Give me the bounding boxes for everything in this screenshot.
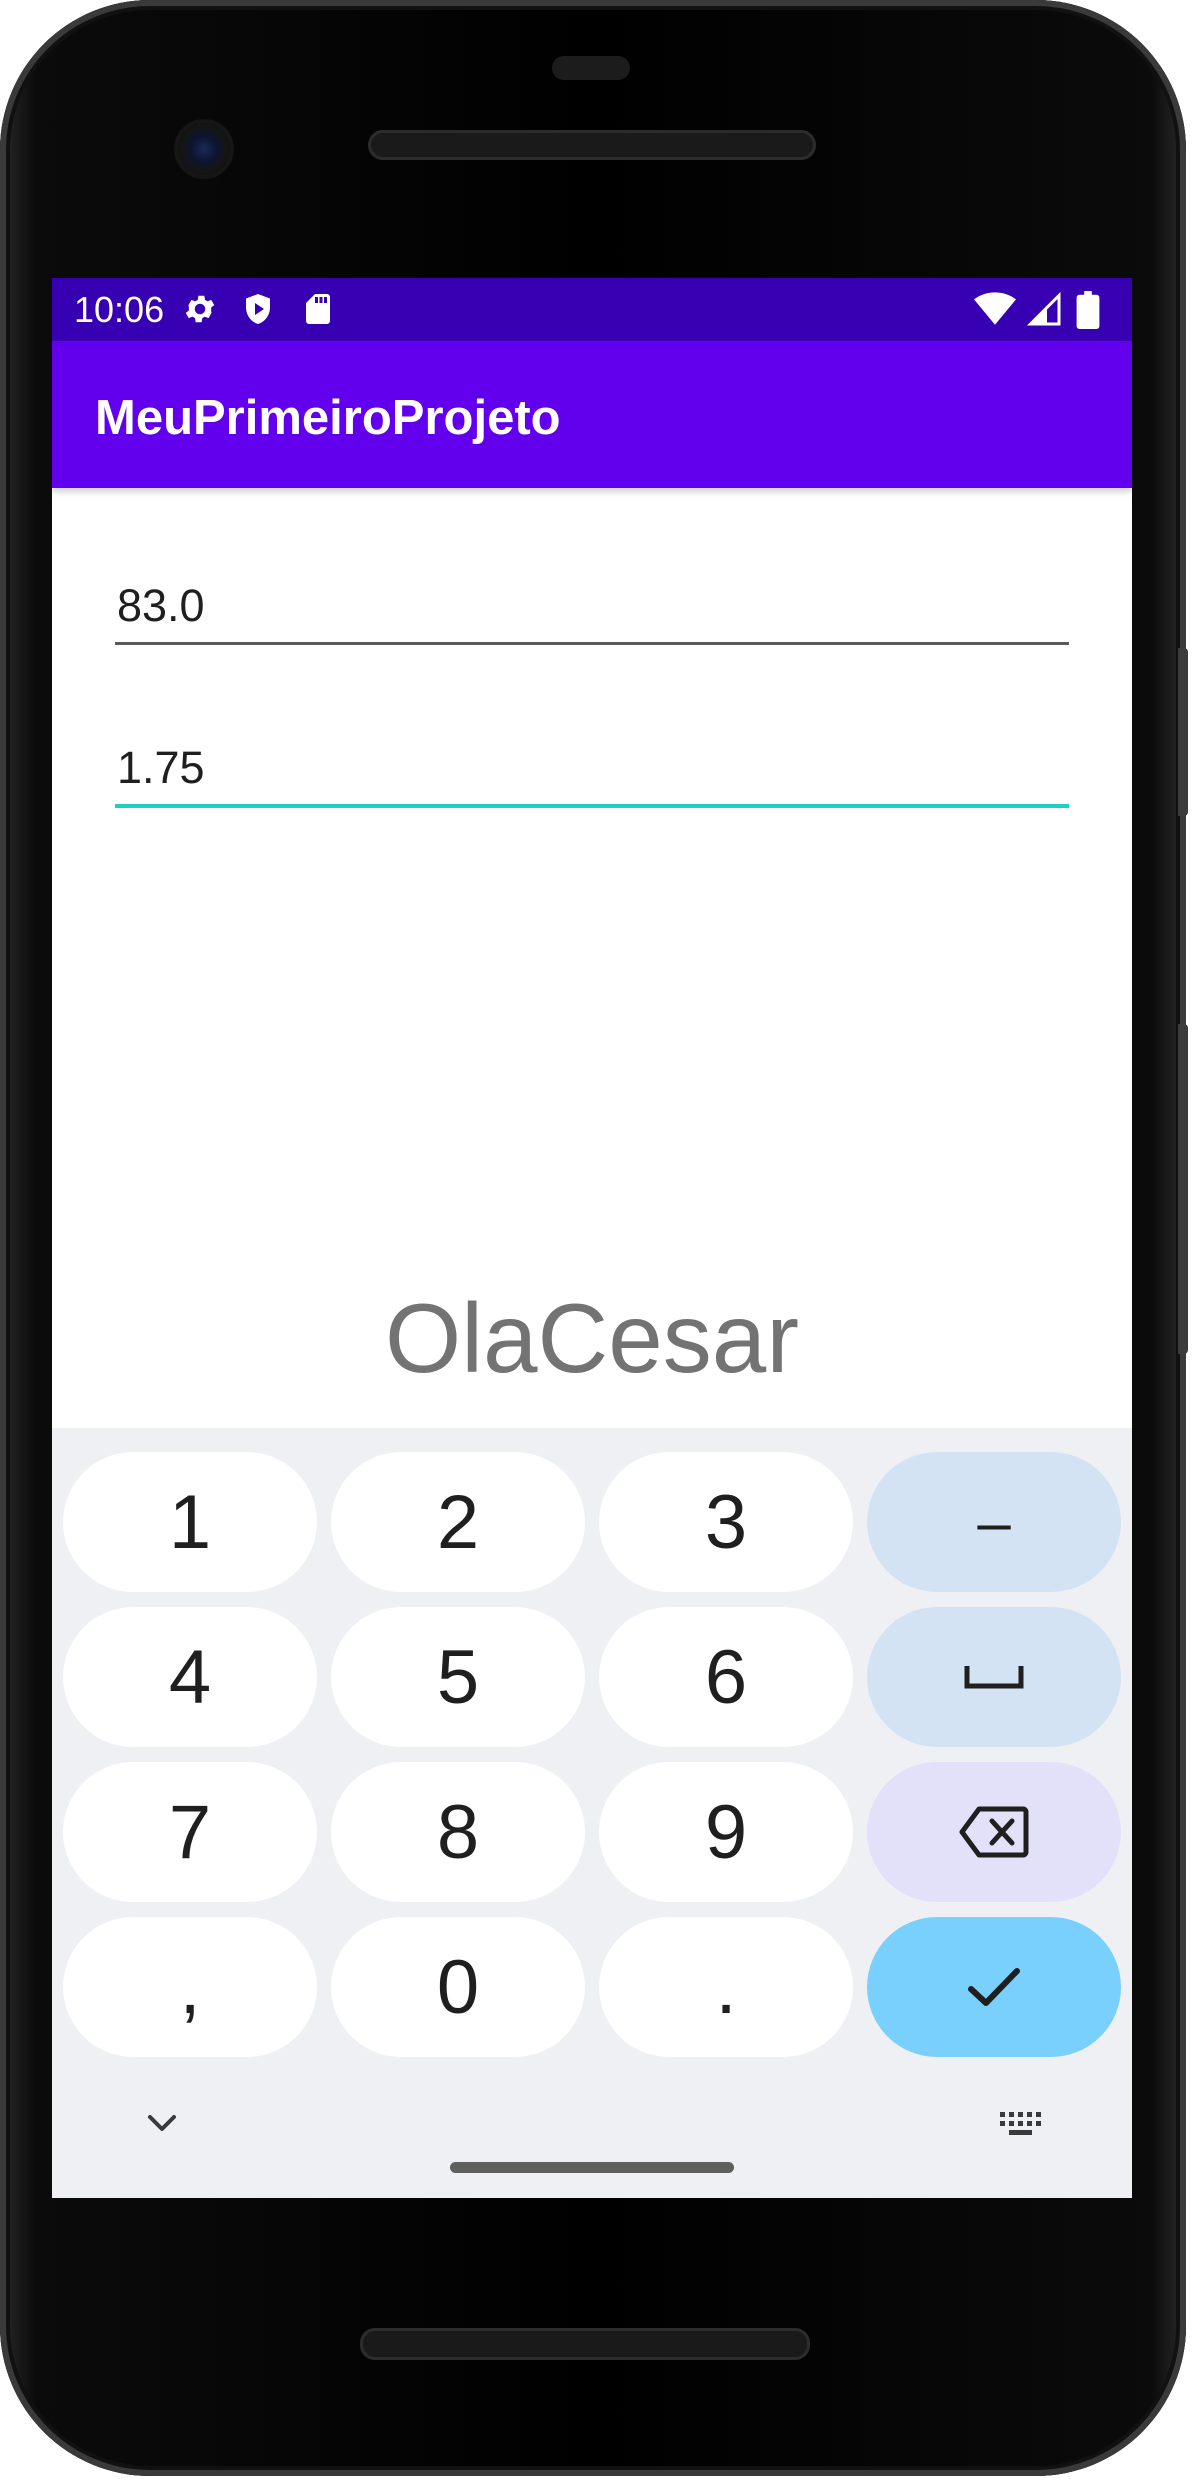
weight-input[interactable]: 83.0 xyxy=(115,562,1069,645)
key-0[interactable]: 0 xyxy=(331,1917,585,2057)
key-done[interactable] xyxy=(867,1917,1121,2057)
key-2[interactable]: 2 xyxy=(331,1452,585,1592)
key-space[interactable] xyxy=(867,1607,1121,1747)
chevron-down-icon[interactable] xyxy=(142,2108,192,2148)
key-4[interactable]: 4 xyxy=(63,1607,317,1747)
key-3[interactable]: 3 xyxy=(599,1452,853,1592)
numeric-keyboard: 1 2 3 – 4 5 6 7 8 9 , 0 . xyxy=(52,1428,1132,2198)
key-6[interactable]: 6 xyxy=(599,1607,853,1747)
key-9[interactable]: 9 xyxy=(599,1762,853,1902)
space-icon xyxy=(964,1664,1024,1690)
volume-button xyxy=(1178,1024,1188,1354)
device-frame: 10:06 MeuPrimeiroProjeto 83.0 1.75 OlaCe… xyxy=(0,0,1194,2480)
key-backspace[interactable] xyxy=(867,1762,1121,1902)
proximity-sensor xyxy=(552,56,630,80)
height-input-value: 1.75 xyxy=(117,742,205,793)
height-input[interactable]: 1.75 xyxy=(115,724,1069,808)
key-5[interactable]: 5 xyxy=(331,1607,585,1747)
gear-icon xyxy=(182,291,218,327)
key-comma[interactable]: , xyxy=(63,1917,317,2057)
key-minus[interactable]: – xyxy=(867,1452,1121,1592)
result-text: OlaCesar xyxy=(385,1283,799,1393)
sd-card-icon xyxy=(300,291,336,327)
battery-icon xyxy=(1076,291,1100,329)
screen: 10:06 MeuPrimeiroProjeto 83.0 1.75 OlaCe… xyxy=(52,278,1132,2198)
check-icon xyxy=(966,1965,1022,2009)
key-7[interactable]: 7 xyxy=(63,1762,317,1902)
app-bar: MeuPrimeiroProjeto xyxy=(52,341,1132,488)
shield-play-icon xyxy=(240,291,276,327)
app-title: MeuPrimeiroProjeto xyxy=(95,391,561,445)
status-time: 10:06 xyxy=(74,289,165,330)
backspace-icon xyxy=(959,1806,1029,1858)
weight-input-value: 83.0 xyxy=(117,580,205,631)
top-speaker-grille xyxy=(368,130,816,160)
bottom-speaker-grille xyxy=(360,2328,810,2360)
keyboard-icon[interactable] xyxy=(996,2108,1046,2148)
phone-body: 10:06 MeuPrimeiroProjeto 83.0 1.75 OlaCe… xyxy=(0,0,1188,2476)
key-8[interactable]: 8 xyxy=(331,1762,585,1902)
status-bar: 10:06 xyxy=(52,278,1132,341)
gesture-home-bar[interactable] xyxy=(450,2162,734,2173)
wifi-icon xyxy=(974,291,1016,327)
power-button xyxy=(1178,648,1188,816)
key-1[interactable]: 1 xyxy=(63,1452,317,1592)
front-camera xyxy=(178,123,230,175)
cell-signal-icon xyxy=(1026,291,1062,327)
key-period[interactable]: . xyxy=(599,1917,853,2057)
